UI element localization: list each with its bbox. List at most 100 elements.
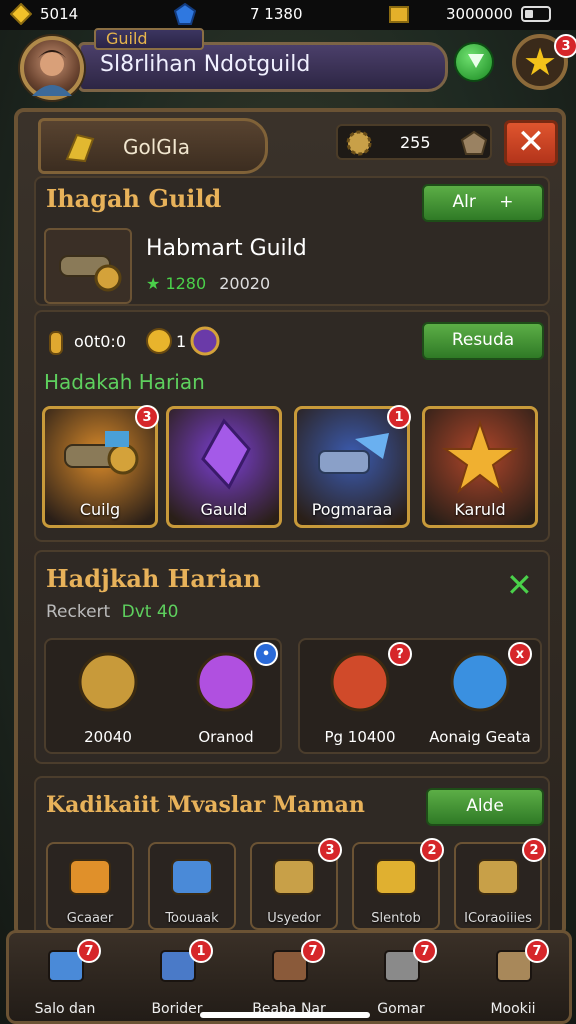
daily-slot-badge: 1 xyxy=(387,405,411,429)
currency-value: 255 xyxy=(400,133,431,152)
harian-reward-badge: ? xyxy=(388,642,412,666)
daily-slot-label: Cuilg xyxy=(79,500,121,519)
nav-item[interactable]: Gomar 7 xyxy=(347,933,455,1023)
gold-shard-icon xyxy=(65,133,95,163)
nav-item-label: Mookii xyxy=(490,1001,536,1017)
daily-slot-icon xyxy=(169,409,279,503)
daily-slot-label: Pogmaraa xyxy=(311,500,393,519)
gold-value: 5014 xyxy=(40,5,79,23)
daily-slot-badge: 3 xyxy=(135,405,159,429)
gold-crate-icon xyxy=(389,6,409,23)
guild-stat-value: 20020 xyxy=(219,274,271,293)
gold-gem-icon xyxy=(10,3,32,25)
daily-slot[interactable]: Gauld xyxy=(166,406,282,528)
guild-stats: ★ 1280 20020 xyxy=(146,274,270,293)
player-header: Guild Sl8rlihan Ndotguild ★ 3 xyxy=(14,28,576,110)
daily-slot-label: Karuld xyxy=(454,500,506,519)
ammo-value: o0t0:0 xyxy=(74,332,126,351)
home-indicator[interactable] xyxy=(200,1012,370,1018)
harian-reward[interactable]: Aonaig Geata x xyxy=(428,642,532,748)
harian-reward-label: 20040 xyxy=(84,728,132,746)
market-item[interactable]: Usyedor 3 xyxy=(250,838,342,930)
guild-action-label: Alr xyxy=(452,192,476,212)
market-card: Kadikaiit Mvaslar Maman Alde Gcaaer Tooua… xyxy=(34,776,550,938)
daily-slot[interactable]: Karuld xyxy=(422,406,538,528)
daily-slot[interactable]: Pogmaraa 1 xyxy=(294,405,411,528)
daily-card: o0t0:0 1 Resuda Hadakah Harian Cuilg 3 Gau… xyxy=(34,310,550,542)
check-x-icon[interactable]: ✕ xyxy=(506,566,533,604)
coin-value: 1 xyxy=(176,332,187,351)
market-item-icon xyxy=(171,859,213,895)
nav-item[interactable]: Salo dan 7 xyxy=(11,933,119,1023)
nav-item[interactable]: Mookii 7 xyxy=(459,933,567,1023)
nav-item-badge: 7 xyxy=(301,939,325,963)
daily-slot-label: Gauld xyxy=(200,500,248,519)
harian-reward-badge: • xyxy=(254,642,278,666)
market-item-label: Usyedor xyxy=(267,911,321,926)
market-item[interactable]: ICoraoiiies 2 xyxy=(454,838,546,930)
daily-slot[interactable]: Cuilg 3 xyxy=(42,405,159,528)
harian-card: Hadjkah Harian ✕ Reckert Dvt 40 20040 Ora… xyxy=(34,550,550,764)
gem-resource: 7 1380 xyxy=(174,3,303,25)
guild-section-title: Ihagah Guild xyxy=(46,184,222,213)
market-section-title: Kadikaiit Mvaslar Maman xyxy=(46,792,365,818)
market-item-icon xyxy=(69,859,111,895)
guild-tag: Guild xyxy=(94,28,204,50)
gold-resource: 5014 xyxy=(10,3,78,25)
rescue-button[interactable]: Resuda xyxy=(422,322,544,360)
guild-panel: GolGIa 255 ✕ Ihagah Guild Alr + Habmart … xyxy=(14,108,566,938)
market-item-label: Slentob xyxy=(371,911,421,926)
download-button[interactable] xyxy=(454,42,494,82)
reward-icon xyxy=(78,652,138,712)
panel-title-plate: GolGIa xyxy=(38,118,268,174)
nav-item-badge: 7 xyxy=(77,939,101,963)
harian-section-title: Hadjkah Harian xyxy=(46,564,261,593)
guild-name: Habmart Guild xyxy=(146,236,307,261)
harian-reward[interactable]: Oranod • xyxy=(174,642,278,748)
crate-value: 3000000 xyxy=(446,5,513,23)
ammo-icon xyxy=(49,331,63,355)
harian-reward-label: Aonaig Geata xyxy=(429,728,531,746)
harian-reward-badge: x xyxy=(508,642,532,666)
market-item-badge: 2 xyxy=(522,838,546,862)
cannon-icon xyxy=(59,255,122,292)
close-button[interactable]: ✕ xyxy=(504,120,558,166)
star-badge: 3 xyxy=(554,34,576,58)
coin-icon xyxy=(146,328,172,354)
market-action-button[interactable]: Alde xyxy=(426,788,544,826)
progress-value: Dvt 40 xyxy=(121,602,179,622)
guild-card: Ihagah Guild Alr + Habmart Guild ★ 1280 … xyxy=(34,176,550,306)
progress-label: Reckert xyxy=(46,602,111,622)
panel-title: GolGIa xyxy=(123,135,190,159)
market-item[interactable]: Gcaaer xyxy=(46,842,134,930)
plus-icon: + xyxy=(499,192,514,212)
nav-item-label: Salo dan xyxy=(34,1001,96,1017)
star-icon: ★ xyxy=(522,40,558,84)
daily-slot-icon xyxy=(425,409,535,503)
resource-bar: 5014 7 1380 3000000 xyxy=(0,0,576,30)
gear-coin-icon xyxy=(346,130,372,156)
market-item-badge: 3 xyxy=(318,838,342,862)
player-avatar[interactable] xyxy=(20,36,84,100)
harian-reward[interactable]: 20040 xyxy=(56,644,160,748)
green-star-icon: ★ xyxy=(146,274,161,293)
nav-item[interactable]: Beaba Nar 7 xyxy=(235,933,343,1023)
market-item-label: Toouaak xyxy=(165,911,219,926)
battery-icon xyxy=(520,6,551,22)
stone-icon xyxy=(460,130,488,155)
harian-reward[interactable]: Pg 10400? xyxy=(308,642,412,748)
purple-medal-icon xyxy=(190,326,220,356)
market-item[interactable]: Toouaak xyxy=(148,842,236,930)
market-item[interactable]: Slentob 2 xyxy=(352,838,444,930)
nav-item[interactable]: Borider 1 xyxy=(123,933,231,1023)
crate-resource: 3000000 xyxy=(388,3,551,25)
bottom-navigation: Salo dan 7 Borider 1 Beaba Nar 7 Gomar 7 Mookii 7 xyxy=(6,930,572,1024)
guild-action-button[interactable]: Alr + xyxy=(422,184,544,222)
gem-value: 7 1380 xyxy=(250,5,303,23)
market-item-badge: 2 xyxy=(420,838,444,862)
blue-gem-icon xyxy=(174,3,196,25)
guild-emblem[interactable] xyxy=(44,228,132,304)
nav-item-badge: 1 xyxy=(189,939,213,963)
guild-stat-green: 1280 xyxy=(165,274,207,293)
avatar-portrait-icon xyxy=(32,50,72,96)
